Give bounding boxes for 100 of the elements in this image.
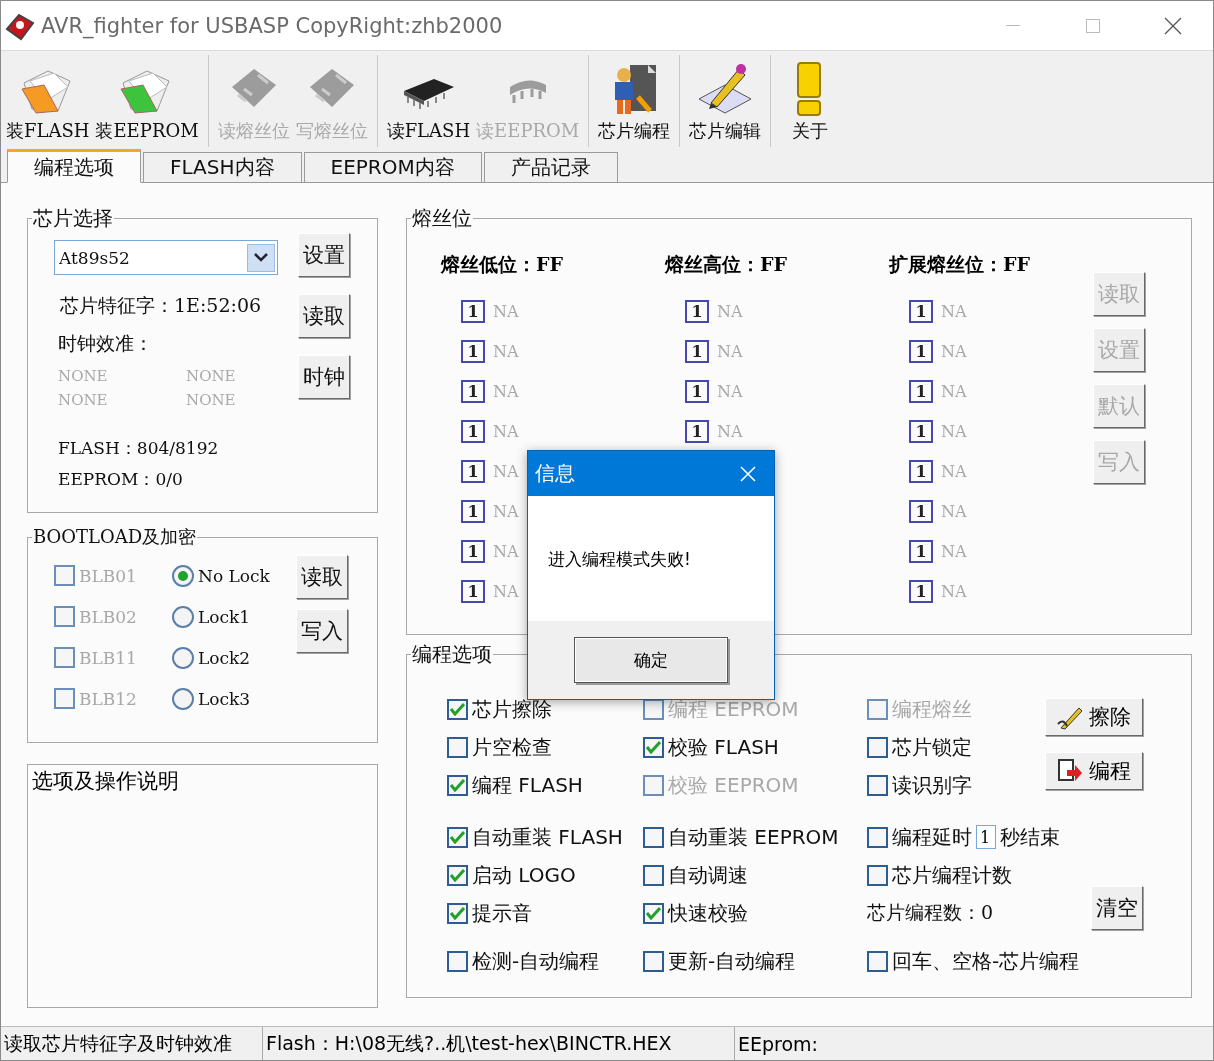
group-title: BOOTLOAD及加密 xyxy=(32,525,198,549)
lock-button[interactable]: 读取 xyxy=(296,555,348,599)
tab[interactable]: 产品记录 xyxy=(483,152,618,183)
checkbox[interactable] xyxy=(447,774,468,796)
close-icon[interactable] xyxy=(1164,16,1182,35)
option-label: 片空检查 xyxy=(472,733,552,761)
option-label: 自动重装 FLASH xyxy=(472,823,623,851)
option-label: 芯片擦除 xyxy=(472,695,552,723)
fuse-bit-label: NA xyxy=(493,422,519,441)
chip-dropdown[interactable]: At89s52 xyxy=(54,240,278,275)
radio-button[interactable] xyxy=(172,647,194,669)
option-label: 秒结束 xyxy=(1000,823,1060,851)
option-label: 快速校验 xyxy=(668,899,748,927)
flash-size: FLASH：804/8192 xyxy=(58,437,220,460)
fuse-bit[interactable]: 1 xyxy=(461,580,485,603)
toolbar-button[interactable]: 关于 xyxy=(777,55,844,147)
chip-button[interactable]: 时钟 xyxy=(298,355,350,399)
checkbox[interactable] xyxy=(867,864,888,886)
tab[interactable]: 编程选项 xyxy=(7,149,141,183)
action-button[interactable]: 编程 xyxy=(1045,752,1143,790)
lock-button[interactable]: 写入 xyxy=(296,609,348,653)
chip-button[interactable]: 设置 xyxy=(298,233,350,277)
lock-label: Lock2 xyxy=(198,648,251,668)
fuse-bit[interactable]: 1 xyxy=(685,300,709,323)
fuse-bit[interactable]: 1 xyxy=(461,540,485,563)
toolbar-button[interactable]: 读FLASH xyxy=(383,55,474,147)
checkbox[interactable] xyxy=(447,902,468,924)
checkbox[interactable] xyxy=(867,774,888,796)
fuse-bit[interactable]: 1 xyxy=(909,300,933,323)
checkbox[interactable] xyxy=(447,826,468,848)
checkbox[interactable] xyxy=(867,736,888,758)
checkbox[interactable] xyxy=(867,950,888,972)
option-label: 编程熔丝 xyxy=(892,695,972,723)
fuse-bit-label: NA xyxy=(941,422,967,441)
fuse-bit-label: NA xyxy=(493,462,519,481)
toolbar-button[interactable]: 芯片编辑 xyxy=(686,55,765,147)
lock-label: Lock1 xyxy=(198,607,251,627)
fuse-bit-label: NA xyxy=(941,382,967,401)
fuse-bit[interactable]: 1 xyxy=(461,300,485,323)
option-label: 回车、空格-芯片编程 xyxy=(892,947,1080,975)
fuse-bit-label: NA xyxy=(493,582,519,601)
fuse-bit[interactable]: 1 xyxy=(461,380,485,403)
clear-button[interactable]: 清空 xyxy=(1091,886,1143,930)
fuse-bit[interactable]: 1 xyxy=(461,420,485,443)
fuse-bit-label: NA xyxy=(493,382,519,401)
fuse-bit[interactable]: 1 xyxy=(909,340,933,363)
fuse-bit[interactable]: 1 xyxy=(909,380,933,403)
toolbar-button[interactable]: 芯片编程 xyxy=(595,55,674,147)
checkbox[interactable] xyxy=(447,864,468,886)
fuse-bit-label: NA xyxy=(941,342,967,361)
checkbox[interactable] xyxy=(643,736,664,758)
checkbox[interactable] xyxy=(643,950,664,972)
tab[interactable]: EEPROM内容 xyxy=(303,152,482,183)
fuse-bit-label: NA xyxy=(941,542,967,561)
chip-button[interactable]: 读取 xyxy=(298,294,350,338)
fuse-bit[interactable]: 1 xyxy=(909,460,933,483)
toolbar-button[interactable]: 装FLASH xyxy=(3,55,93,147)
document-arrow-icon xyxy=(1057,758,1083,784)
fuse-bit[interactable]: 1 xyxy=(909,500,933,523)
checkbox[interactable] xyxy=(447,698,468,720)
checkbox[interactable] xyxy=(867,826,888,848)
radio-button[interactable] xyxy=(172,688,194,710)
option-label: 校验 EEPROM xyxy=(668,771,799,799)
checkbox[interactable] xyxy=(447,736,468,758)
fuse-bit[interactable]: 1 xyxy=(461,340,485,363)
radio-button[interactable] xyxy=(172,565,194,587)
delay-field[interactable]: 1 xyxy=(976,825,996,849)
dialog-message: 进入编程模式失败! xyxy=(548,548,692,571)
fuse-bit[interactable]: 1 xyxy=(461,500,485,523)
fuse-bit-label: NA xyxy=(493,342,519,361)
fuse-bit[interactable]: 1 xyxy=(909,540,933,563)
clock-value: NONE xyxy=(58,391,109,409)
checkbox[interactable] xyxy=(643,826,664,848)
notes-area: 选项及操作说明 xyxy=(27,764,378,1008)
option-label: 自动重装 EEPROM xyxy=(668,823,839,851)
program-count: 芯片编程数：0 xyxy=(867,900,995,925)
chevron-down-icon[interactable] xyxy=(247,243,275,272)
group-title: 熔丝位 xyxy=(411,205,473,232)
fuse-bit[interactable]: 1 xyxy=(909,580,933,603)
action-button[interactable]: 擦除 xyxy=(1045,698,1143,736)
fuse-bit[interactable]: 1 xyxy=(685,380,709,403)
fuse-bit[interactable]: 1 xyxy=(685,420,709,443)
fuse-bit-label: NA xyxy=(717,382,743,401)
checkbox[interactable] xyxy=(447,950,468,972)
lock-label: Lock3 xyxy=(198,689,251,709)
fuse-bit-label: NA xyxy=(941,502,967,521)
fuse-bit[interactable]: 1 xyxy=(685,340,709,363)
option-label: 自动调速 xyxy=(668,861,748,889)
checkbox[interactable] xyxy=(643,902,664,924)
toolbar-button[interactable]: 装EEPROM xyxy=(92,55,202,147)
fuse-bit-label: NA xyxy=(493,502,519,521)
clock-label: 时钟效准： xyxy=(58,331,154,356)
checkbox[interactable] xyxy=(643,864,664,886)
radio-button[interactable] xyxy=(172,606,194,628)
ok-button[interactable]: 确定 xyxy=(574,637,728,683)
fuse-bit[interactable]: 1 xyxy=(461,460,485,483)
tab[interactable]: FLASH内容 xyxy=(143,152,302,183)
option-label: 校验 FLASH xyxy=(668,733,779,761)
fuse-bit[interactable]: 1 xyxy=(909,420,933,443)
dialog-title: 信息 xyxy=(535,460,575,487)
